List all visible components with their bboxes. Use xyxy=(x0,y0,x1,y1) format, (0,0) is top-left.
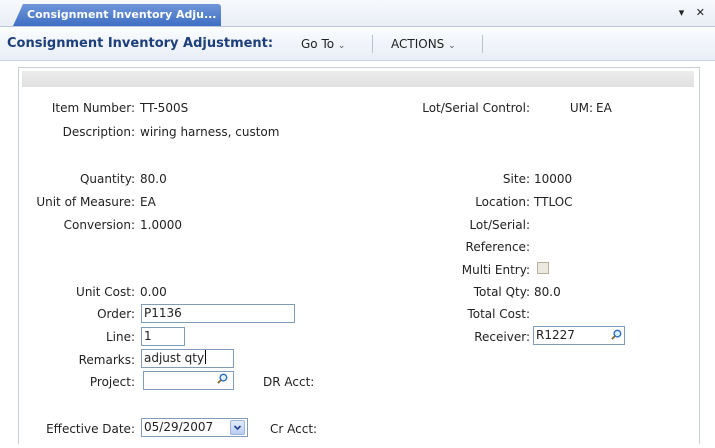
total-cost-label: Total Cost: xyxy=(467,307,530,321)
goto-menu[interactable]: Go To ⌄ xyxy=(301,37,345,51)
toolbar-divider xyxy=(372,35,373,53)
receiver-label: Receiver: xyxy=(474,330,530,344)
quantity-value: 80.0 xyxy=(140,172,167,186)
panel-header xyxy=(22,71,694,87)
lot-serial-label: Lot/Serial: xyxy=(469,218,530,232)
unit-of-measure-value: EA xyxy=(140,195,156,209)
toolbar-divider xyxy=(482,35,483,53)
order-label: Order: xyxy=(97,307,135,321)
chevron-down-icon xyxy=(233,425,242,431)
tab-consignment-inventory[interactable]: Consignment Inventory Adju... xyxy=(13,4,221,26)
unit-cost-value: 0.00 xyxy=(140,285,167,299)
total-qty-label: Total Qty: xyxy=(473,285,530,299)
um-value: EA xyxy=(596,101,612,115)
magnifier-icon[interactable] xyxy=(611,329,622,340)
um-label: UM: xyxy=(569,101,593,115)
actions-menu[interactable]: ACTIONS ⌄ xyxy=(391,37,456,51)
tab-bar: Consignment Inventory Adju... ▾ ✕ xyxy=(0,0,715,27)
item-number-label: Item Number: xyxy=(51,101,135,115)
chevron-down-icon: ⌄ xyxy=(337,41,346,51)
conversion-label: Conversion: xyxy=(63,218,135,232)
unit-cost-label: Unit Cost: xyxy=(76,285,135,299)
chevron-down-icon: ⌄ xyxy=(448,41,456,51)
page-title: Consignment Inventory Adjustment: xyxy=(7,36,274,51)
effective-date-label: Effective Date: xyxy=(46,422,135,436)
dr-acct-label: DR Acct: xyxy=(263,375,315,389)
location-label: Location: xyxy=(475,195,530,209)
multi-entry-label: Multi Entry: xyxy=(461,263,530,277)
total-qty-value: 80.0 xyxy=(534,285,561,299)
unit-of-measure-label: Unit of Measure: xyxy=(36,195,135,209)
description-value: wiring harness, custom xyxy=(140,125,280,139)
quantity-label: Quantity: xyxy=(79,172,135,186)
site-label: Site: xyxy=(502,172,530,186)
site-value: 10000 xyxy=(534,172,573,186)
location-value: TTLOC xyxy=(534,195,573,209)
remarks-label: Remarks: xyxy=(78,353,135,367)
conversion-value: 1.0000 xyxy=(140,218,182,232)
toolbar: Consignment Inventory Adjustment: Go To … xyxy=(0,27,715,61)
multi-entry-checkbox[interactable] xyxy=(537,262,549,274)
magnifier-icon[interactable] xyxy=(217,373,228,384)
text-cursor xyxy=(205,350,207,364)
item-number-value: TT-500S xyxy=(140,101,189,115)
remarks-input[interactable]: adjust qty xyxy=(141,349,234,368)
description-label: Description: xyxy=(62,125,135,139)
order-input[interactable]: P1136 xyxy=(141,304,295,323)
line-label: Line: xyxy=(105,330,135,344)
tab-controls[interactable]: ▾ ✕ xyxy=(679,6,709,19)
line-input[interactable]: 1 xyxy=(141,327,185,346)
project-label: Project: xyxy=(89,375,135,389)
date-dropdown-button[interactable] xyxy=(230,420,245,435)
cr-acct-label: Cr Acct: xyxy=(270,422,318,436)
reference-label: Reference: xyxy=(465,240,530,254)
lot-serial-control-label: Lot/Serial Control: xyxy=(422,101,530,115)
